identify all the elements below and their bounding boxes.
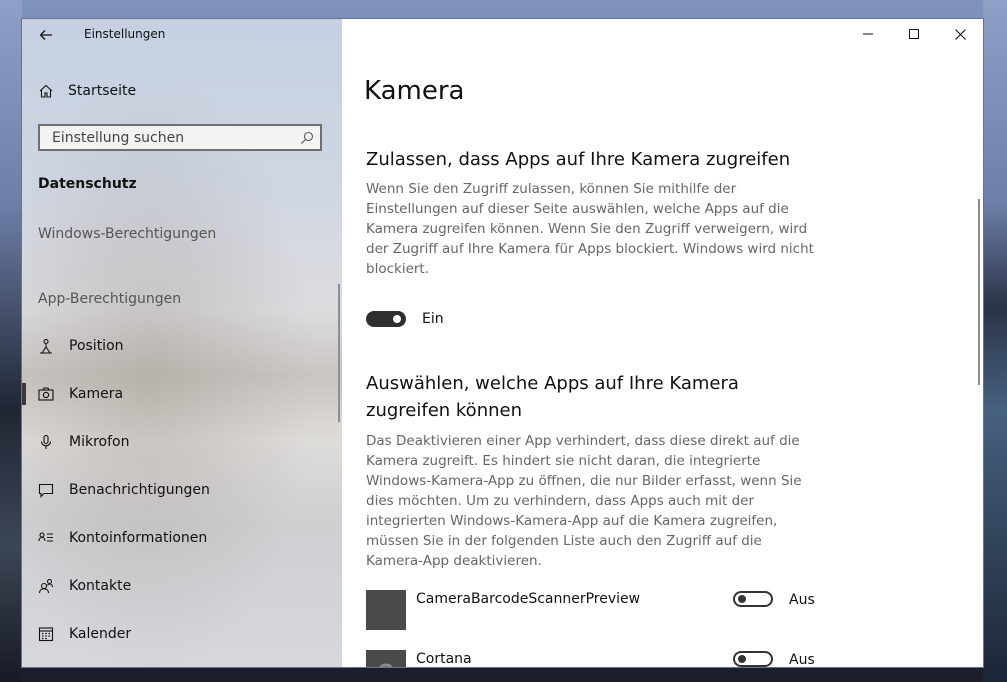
- maximize-icon: [909, 29, 919, 39]
- description-choose-apps: Das Deaktivieren einer App verhindert, d…: [366, 433, 802, 569]
- sidebar-item-camera[interactable]: Kamera: [38, 382, 123, 406]
- sidebar-item-label: Kamera: [69, 386, 124, 402]
- search-icon[interactable]: [300, 131, 314, 145]
- sidebar-item-label: Kalender: [69, 626, 132, 642]
- sidebar-item-home[interactable]: Startseite: [38, 79, 136, 103]
- app-name-camerabarcodescannerpreview: CameraBarcodeScannerPreview: [416, 591, 641, 607]
- sidebar: Einstellungen Startseite Datenschutz Win…: [22, 19, 342, 667]
- camera-icon: [38, 387, 54, 401]
- app-toggle-camerabarcodescannerpreview[interactable]: [733, 591, 773, 607]
- sidebar-item-label: Kontoinformationen: [69, 530, 208, 546]
- desktop-background-left: [0, 0, 22, 682]
- close-icon: [954, 28, 966, 40]
- sidebar-item-label: Kontakte: [69, 578, 132, 594]
- sidebar-item-microphone[interactable]: Mikrofon: [38, 430, 129, 454]
- sidebar-item-contacts[interactable]: Kontakte: [38, 574, 131, 598]
- minimize-icon: [863, 33, 873, 35]
- close-button[interactable]: [937, 19, 983, 49]
- content-pane: Kamera Zulassen, dass Apps auf Ihre Kame…: [342, 19, 983, 667]
- app-toggle-label: Aus: [789, 592, 815, 608]
- group-label-windows-permissions: Windows-Berechtigungen: [38, 226, 217, 242]
- home-icon: [39, 84, 53, 98]
- sidebar-item-position[interactable]: Position: [38, 334, 124, 358]
- sidebar-item-calendar[interactable]: Kalender: [38, 622, 131, 646]
- window-title: Einstellungen: [84, 27, 166, 41]
- maximize-button[interactable]: [891, 19, 937, 49]
- sidebar-item-label: Mikrofon: [69, 434, 130, 450]
- sidebar-item-label: Startseite: [68, 83, 137, 99]
- search-input[interactable]: [50, 129, 294, 147]
- sidebar-scrollbar[interactable]: [338, 284, 340, 422]
- account-info-icon: [38, 532, 53, 542]
- sidebar-item-account-info[interactable]: Kontoinformationen: [38, 526, 207, 550]
- heading-allow-access: Zulassen, dass Apps auf Ihre Kamera zugr…: [366, 149, 791, 170]
- sidebar-item-label: Position: [69, 338, 124, 354]
- sidebar-item-label: Benachrichtigungen: [69, 482, 210, 498]
- back-button[interactable]: [36, 24, 56, 46]
- app-toggle-cortana[interactable]: [733, 651, 773, 667]
- section-title-privacy: Datenschutz: [38, 176, 137, 192]
- camera-access-toggle[interactable]: [366, 311, 406, 327]
- search-box[interactable]: [38, 124, 322, 151]
- group-label-app-permissions: App-Berechtigungen: [38, 291, 182, 307]
- app-tile-cortana: [366, 650, 406, 667]
- app-toggle-label: Aus: [789, 652, 815, 667]
- desktop-background-right: [983, 0, 1007, 682]
- contacts-icon: [38, 578, 54, 594]
- cortana-icon: [379, 663, 393, 667]
- back-arrow-icon: [39, 30, 52, 40]
- minimize-button[interactable]: [845, 19, 891, 49]
- description-allow-access: Wenn Sie den Zugriff zulassen, können Si…: [366, 181, 814, 277]
- app-tile-camerabarcodescannerpreview: [366, 590, 406, 630]
- app-name-cortana: Cortana: [416, 651, 472, 667]
- page-title: Kamera: [364, 76, 465, 106]
- settings-window: Einstellungen Startseite Datenschutz Win…: [22, 19, 983, 667]
- notification-icon: [38, 483, 54, 498]
- active-indicator: [22, 383, 26, 405]
- person-location-icon: [40, 338, 52, 354]
- camera-access-toggle-label: Ein: [422, 311, 444, 327]
- heading-choose-apps: Auswählen, welche Apps auf Ihre Kamera z…: [366, 373, 739, 421]
- content-scrollbar[interactable]: [978, 199, 980, 385]
- microphone-icon: [40, 434, 52, 449]
- sidebar-item-notifications[interactable]: Benachrichtigungen: [38, 478, 210, 502]
- calendar-icon: [38, 627, 54, 642]
